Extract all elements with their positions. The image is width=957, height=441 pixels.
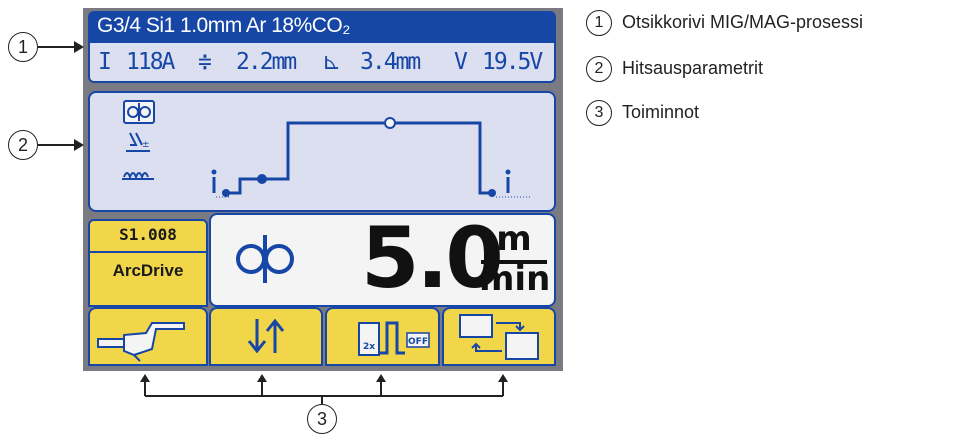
- callout-1: 1: [8, 32, 38, 62]
- callout-3-bracket: [140, 374, 508, 404]
- sequence-graph: ±: [122, 100, 530, 198]
- legend-text-3: Toiminnot: [622, 102, 700, 122]
- callout-1-arrowhead: [74, 41, 84, 53]
- softkey-torch[interactable]: [88, 307, 208, 366]
- voltage-symbol: V: [454, 49, 468, 75]
- softkey-up-down[interactable]: [209, 307, 323, 366]
- svg-text:OFF: OFF: [408, 337, 428, 347]
- callout-2: 2: [8, 130, 38, 160]
- process-mode-label: ArcDrive: [112, 261, 184, 280]
- legend-number-2: 2: [586, 56, 612, 82]
- svg-text:2x: 2x: [363, 342, 375, 352]
- program-separator: [90, 251, 206, 253]
- voltage-value[interactable]: 19.5V: [482, 49, 543, 75]
- wire-feed-unit-top: m: [496, 219, 532, 259]
- callout-2-arrowhead: [74, 139, 84, 151]
- softkey-trigger-mode[interactable]: 2x OFF: [325, 307, 440, 366]
- up-down-arrows-icon: [247, 318, 285, 354]
- title-bar: G3/4 Si1 1.0mm Ar 18%CO₂: [88, 11, 556, 41]
- wire-feed-box[interactable]: 5.0 m min: [209, 209, 556, 307]
- sequence-curve: [211, 117, 530, 198]
- parameter-swap-icon: [459, 314, 539, 360]
- wire-feed-rollers-icon: [236, 235, 294, 283]
- program-code: S1.008: [119, 225, 177, 244]
- legend-text-1: Otsikkorivi MIG/MAG-prosessi: [622, 12, 864, 32]
- wire-diameter-icon: ≑: [198, 49, 212, 75]
- softkey-parameter-swap[interactable]: [442, 307, 556, 366]
- callout-3: 3: [307, 404, 337, 434]
- callout-1-arrow: [38, 46, 78, 48]
- svg-text:±: ±: [142, 140, 150, 150]
- wire-feed-icon[interactable]: [123, 100, 155, 124]
- current-value[interactable]: 118A: [126, 49, 175, 75]
- callout-2-arrow: [38, 144, 78, 146]
- torch-icon: [97, 322, 185, 362]
- legend-text-2: Hitsausparametrit: [622, 58, 764, 78]
- gas-flow-icon: ±: [126, 132, 150, 152]
- legend-number-1: 1: [586, 10, 612, 36]
- 2x-trigger-off-icon: 2x OFF: [358, 321, 430, 356]
- throat-thickness-icon: ⊾: [322, 49, 342, 75]
- program-box[interactable]: S1.008 ArcDrive: [88, 219, 208, 307]
- legend-number-3: 3: [586, 100, 612, 126]
- throat-thickness-value[interactable]: 3.4mm: [360, 49, 421, 75]
- wire-diameter-value[interactable]: 2.2mm: [236, 49, 297, 75]
- wire-spool-icon: [122, 172, 154, 180]
- current-symbol: I: [98, 49, 112, 75]
- wire-feed-unit-bottom: min: [479, 259, 551, 299]
- welding-sequence-panel: ±: [88, 91, 556, 212]
- parameters-row: I 118A ≑ 2.2mm ⊾ 3.4mm V 19.5V: [88, 41, 556, 83]
